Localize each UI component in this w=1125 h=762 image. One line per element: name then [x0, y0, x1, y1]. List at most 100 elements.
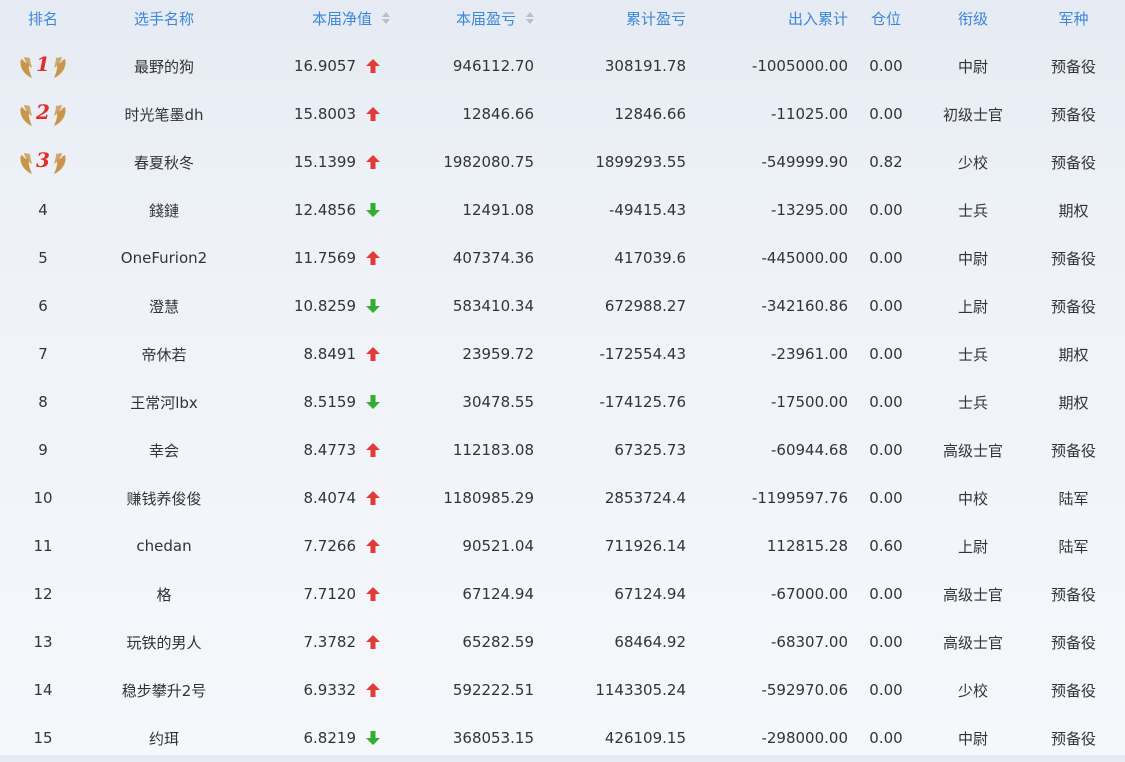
rank-grade: 高级士官: [942, 633, 1003, 652]
rank-cell: 3: [0, 138, 86, 186]
table-row[interactable]: 3 春夏秋冬 15.1399 1982080.75 1899293.55 -549999.…: [0, 138, 1125, 186]
table-row[interactable]: 9 幸会 8.4773 112183.08 67325.73 -60944.68 0.00 高…: [0, 426, 1125, 474]
rank-number: 8: [38, 393, 48, 411]
table-row[interactable]: 13 玩铁的男人 7.3782 65282.59 68464.92 -68307.00 0.…: [0, 618, 1125, 666]
cumulative-pnl: 12846.66: [614, 105, 686, 123]
table-row[interactable]: 8 王常河lbx 8.5159 30478.55 -174125.76 -17500.00…: [0, 378, 1125, 426]
trend-up-arrow-icon: [356, 330, 390, 378]
table-row[interactable]: 2 时光笔墨dh 15.8003 12846.66 12846.66 -11025.00 0…: [0, 90, 1125, 138]
trend-up-arrow-icon: [356, 570, 390, 618]
rank-grade: 上尉: [957, 297, 988, 316]
position-ratio: 0.00: [869, 249, 903, 267]
table-row[interactable]: 6 澄慧 10.8259 583410.34 672988.27 -342160.86 0.…: [0, 282, 1125, 330]
table-row[interactable]: 5 OneFurion2 11.7569 407374.36 417039.6 -4450…: [0, 234, 1125, 282]
session-pnl: 30478.55: [462, 393, 534, 411]
rank-cell: 10: [0, 474, 86, 522]
rank-cell: 14: [0, 666, 86, 714]
net-value: 7.7266: [303, 537, 357, 555]
player-name: 王常河lbx: [130, 393, 198, 412]
header-branch: 军种: [1058, 9, 1089, 28]
table-row[interactable]: 10 赚钱养俊俊 8.4074 1180985.29 2853724.4 -1199597…: [0, 474, 1125, 522]
trend-up-arrow-icon: [356, 42, 390, 90]
cash-flow-total: -11025.00: [771, 105, 848, 123]
session-pnl: 407374.36: [452, 249, 534, 267]
player-name: 玩铁的男人: [126, 633, 202, 652]
cumulative-pnl: 711926.14: [604, 537, 686, 555]
net-value: 8.5159: [303, 393, 357, 411]
rank-grade: 高级士官: [942, 585, 1003, 604]
position-ratio: 0.00: [869, 681, 903, 699]
service-branch: 预备役: [1050, 249, 1096, 268]
table-row[interactable]: 1 最野的狗 16.9057 946112.70 308191.78 -1005000.0…: [0, 42, 1125, 90]
session-pnl: 90521.04: [462, 537, 534, 555]
session-pnl: 65282.59: [462, 633, 534, 651]
rank-grade: 士兵: [957, 201, 988, 220]
medal-badge-icon: 1: [17, 51, 69, 81]
trend-up-arrow-icon: [356, 138, 390, 186]
position-ratio: 0.00: [869, 441, 903, 459]
cumulative-pnl: 1143305.24: [595, 681, 686, 699]
rank-cell: 6: [0, 282, 86, 330]
cumulative-pnl: -174125.76: [599, 393, 686, 411]
rank-grade: 中校: [957, 489, 988, 508]
rank-grade: 士兵: [957, 345, 988, 364]
trend-up-arrow-icon: [356, 474, 390, 522]
sort-icon[interactable]: [526, 12, 534, 24]
position-ratio: 0.82: [869, 153, 903, 171]
table-row[interactable]: 14 稳步攀升2号 6.9332 592222.51 1143305.24 -592970…: [0, 666, 1125, 714]
session-pnl: 946112.70: [452, 57, 534, 75]
header-rank: 排名: [27, 9, 58, 28]
header-pnl-sortable[interactable]: 本届盈亏: [390, 0, 534, 36]
table-row[interactable]: 12 格 7.7120 67124.94 67124.94 -67000.00 0.00 高级…: [0, 570, 1125, 618]
cumulative-pnl: 67124.94: [614, 585, 686, 603]
player-name: 赚钱养俊俊: [126, 489, 202, 508]
cash-flow-total: -17500.00: [771, 393, 848, 411]
player-name: 澄慧: [148, 297, 179, 316]
rank-number: 13: [33, 633, 53, 651]
session-pnl: 112183.08: [452, 441, 534, 459]
session-pnl: 1180985.29: [443, 489, 534, 507]
rank-cell: 7: [0, 330, 86, 378]
rank-number: 10: [33, 489, 53, 507]
cumulative-pnl: 1899293.55: [595, 153, 686, 171]
rank-number: 7: [38, 345, 48, 363]
net-value: 15.1399: [293, 153, 356, 171]
net-value: 7.7120: [303, 585, 357, 603]
position-ratio: 0.00: [869, 585, 903, 603]
service-branch: 预备役: [1050, 441, 1096, 460]
rank-number: 4: [38, 201, 48, 219]
leaderboard: 排名 选手名称 本届净值 本届盈亏 累计盈亏 出入累计 仓位 衔级 军种 1 最野…: [0, 0, 1125, 755]
trend-up-arrow-icon: [356, 666, 390, 714]
cash-flow-total: -13295.00: [771, 201, 848, 219]
cash-flow-total: -549999.90: [761, 153, 848, 171]
cumulative-pnl: 308191.78: [604, 57, 686, 75]
rank-grade: 上尉: [957, 537, 988, 556]
net-value: 6.9332: [303, 681, 357, 699]
table-row[interactable]: 4 錢鏈 12.4856 12491.08 -49415.43 -13295.00 0.00…: [0, 186, 1125, 234]
trend-up-arrow-icon: [356, 426, 390, 474]
position-ratio: 0.00: [869, 393, 903, 411]
player-name: 幸会: [148, 441, 179, 460]
cash-flow-total: -67000.00: [771, 585, 848, 603]
session-pnl: 583410.34: [452, 297, 534, 315]
trend-up-arrow-icon: [356, 90, 390, 138]
rank-cell: 9: [0, 426, 86, 474]
medal-badge-icon: 3: [17, 147, 69, 177]
position-ratio: 0.00: [869, 105, 903, 123]
table-row[interactable]: 11 chedan 7.7266 90521.04 711926.14 112815.28…: [0, 522, 1125, 570]
trend-up-arrow-icon: [356, 618, 390, 666]
player-name: 时光笔墨dh: [124, 105, 204, 124]
header-nav-sortable[interactable]: 本届净值: [242, 0, 390, 36]
player-name: 格: [156, 585, 172, 604]
table-row[interactable]: 7 帝休若 8.8491 23959.72 -172554.43 -23961.00 0.0…: [0, 330, 1125, 378]
service-branch: 预备役: [1050, 681, 1096, 700]
cumulative-pnl: -49415.43: [609, 201, 686, 219]
cash-flow-total: -1005000.00: [751, 57, 848, 75]
rank-grade: 士兵: [957, 393, 988, 412]
header-flow: 出入累计: [787, 9, 848, 28]
session-pnl: 67124.94: [462, 585, 534, 603]
cumulative-pnl: 67325.73: [614, 441, 686, 459]
sort-icon[interactable]: [382, 12, 390, 24]
service-branch: 预备役: [1050, 585, 1096, 604]
net-value: 8.4074: [303, 489, 357, 507]
